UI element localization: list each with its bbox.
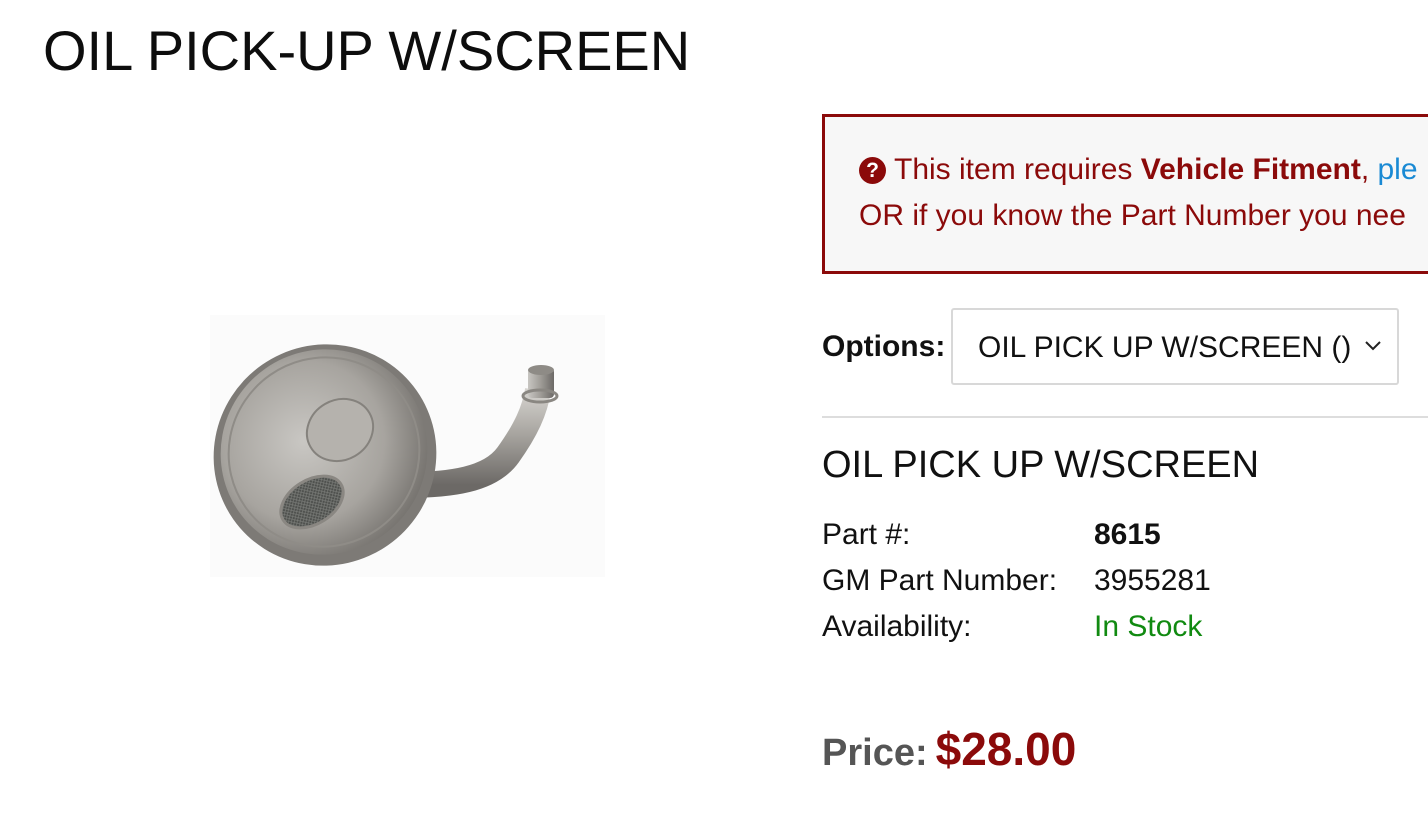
product-image[interactable] — [190, 290, 610, 610]
fitment-prefix: This item requires — [894, 153, 1141, 186]
variant-title: OIL PICK UP W/SCREEN — [822, 444, 1260, 486]
divider — [822, 416, 1428, 418]
fitment-strong: Vehicle Fitment — [1140, 153, 1361, 186]
fitment-line-2: OR if you know the Part Number you nee — [859, 199, 1406, 232]
fitment-line-1: ? This item requires Vehicle Fitment, ple — [859, 153, 1418, 187]
product-page: OIL PICK-UP W/SCREEN ? This item require… — [0, 0, 1428, 820]
fitment-select-vehicle-link[interactable]: ple — [1378, 153, 1418, 186]
page-title: OIL PICK-UP W/SCREEN — [43, 19, 691, 82]
fitment-separator: , — [1360, 153, 1378, 186]
chevron-down-icon — [1365, 341, 1381, 351]
question-circle-icon: ? — [859, 157, 886, 184]
price-label: Price: — [822, 732, 928, 774]
spec-label: Availability: — [822, 610, 972, 643]
price-value: $28.00 — [935, 723, 1077, 775]
options-select[interactable]: OIL PICK UP W/SCREEN () — [951, 308, 1399, 385]
gm-part-number-value: 3955281 — [1094, 564, 1211, 597]
options-label: Options: — [822, 330, 946, 363]
options-selected-value: OIL PICK UP W/SCREEN () — [978, 331, 1352, 364]
vehicle-fitment-notice: ? This item requires Vehicle Fitment, ple… — [822, 114, 1428, 274]
price-row: Price: $28.00 — [822, 722, 1076, 776]
availability-value: In Stock — [1094, 610, 1203, 643]
spec-label: GM Part Number: — [822, 564, 1058, 597]
spec-label: Part #: — [822, 518, 911, 551]
part-number-value: 8615 — [1094, 518, 1161, 551]
